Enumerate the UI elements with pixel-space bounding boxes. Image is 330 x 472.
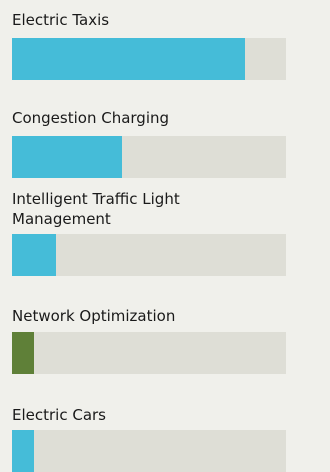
bar [12,136,122,178]
bar [12,332,34,374]
bar [12,234,56,276]
bar-label: Electric Cars [12,406,106,424]
bar [12,430,34,472]
bar-label: Congestion Charging [12,109,170,127]
bar-label: Intelligent Traffic Light Management [12,190,180,228]
bar-track [12,234,286,276]
bar-track [12,430,286,472]
bar-label: Network Optimization [12,307,176,325]
bar-label: Electric Taxis [12,11,110,29]
bar-track [12,38,286,80]
bar-track [12,332,286,374]
bar-chart: Electric Taxis Congestion Charging Intelli… [0,0,330,472]
bar-track [12,136,286,178]
bar [12,38,245,80]
